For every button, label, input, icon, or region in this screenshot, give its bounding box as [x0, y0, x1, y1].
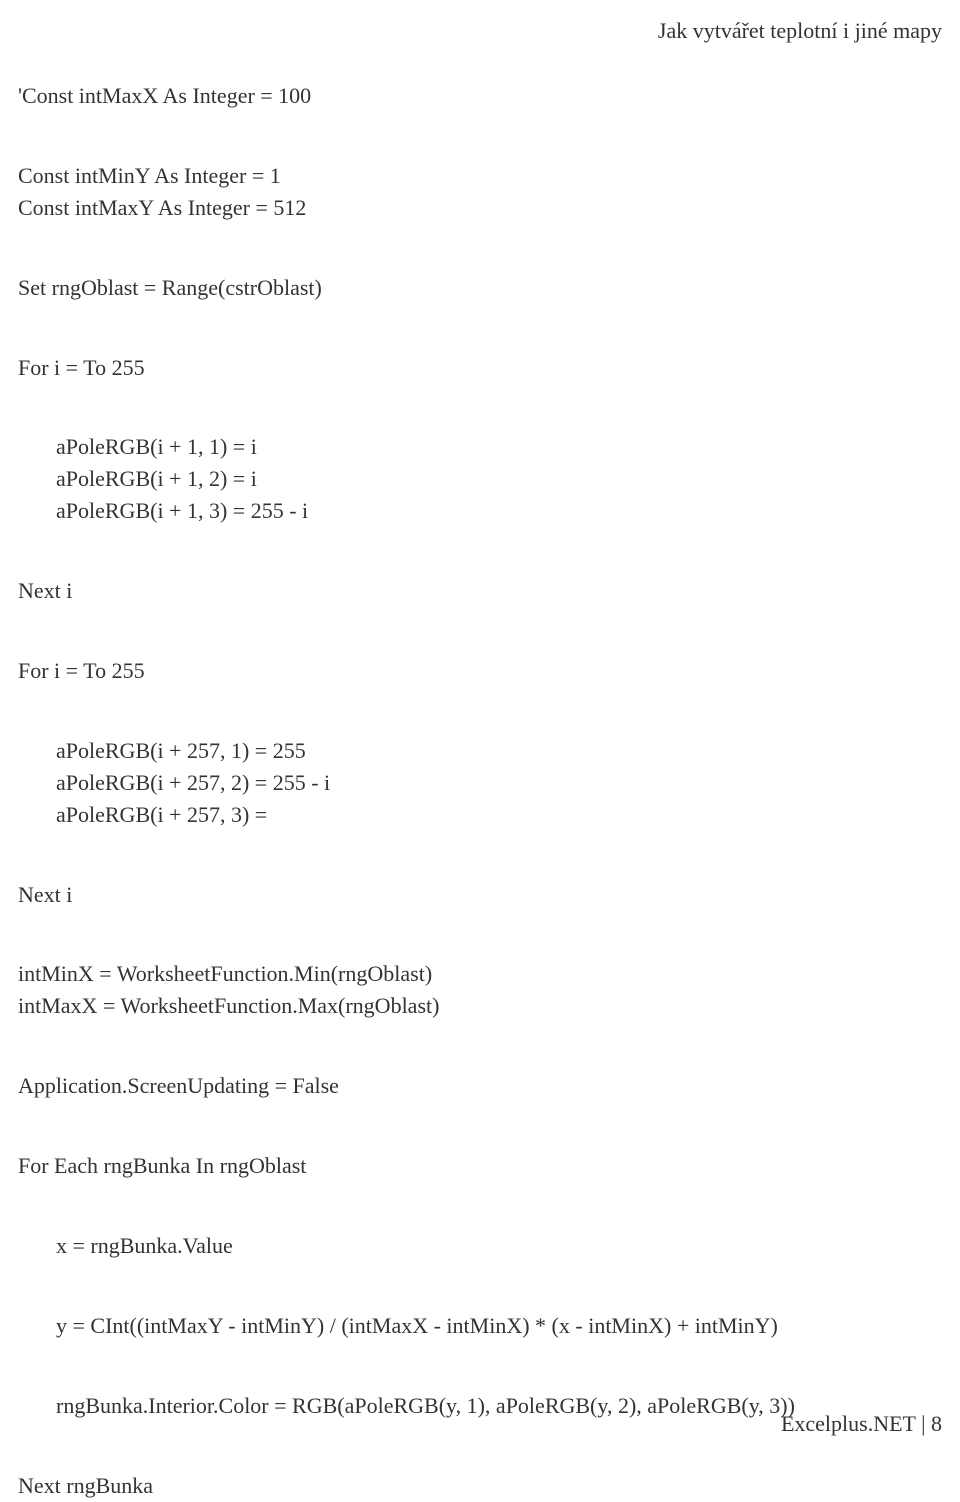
code-line: x = rngBunka.Value: [18, 1230, 942, 1262]
code-line: Set rngOblast = Range(cstrOblast): [18, 272, 942, 304]
code-line: intMaxX = WorksheetFunction.Max(rngOblas…: [18, 990, 942, 1022]
code-line: y = CInt((intMaxY - intMinY) / (intMaxX …: [18, 1310, 942, 1342]
code-line: intMinX = WorksheetFunction.Min(rngOblas…: [18, 958, 942, 990]
code-line: Application.ScreenUpdating = False: [18, 1070, 942, 1102]
code-line: aPoleRGB(i + 257, 1) = 255: [18, 735, 942, 767]
code-line: For Each rngBunka In rngOblast: [18, 1150, 942, 1182]
code-line: aPoleRGB(i + 257, 3) =: [18, 799, 942, 831]
code-line: Next i: [18, 879, 942, 911]
code-line: Next rngBunka: [18, 1470, 942, 1502]
code-line: For i = To 255: [18, 655, 942, 687]
code-block: 'Const intMaxX As Integer = 100 Const in…: [18, 80, 942, 1502]
code-line: Const intMinY As Integer = 1: [18, 160, 942, 192]
code-line: aPoleRGB(i + 1, 3) = 255 - i: [18, 495, 942, 527]
code-line: Const intMaxY As Integer = 512: [18, 192, 942, 224]
footer-text: Excelplus.NET | 8: [781, 1411, 942, 1436]
code-line: Next i: [18, 575, 942, 607]
code-line: 'Const intMaxX As Integer = 100: [18, 80, 942, 112]
page-header: Jak vytvářet teplotní i jiné mapy: [658, 18, 942, 44]
code-line: aPoleRGB(i + 257, 2) = 255 - i: [18, 767, 942, 799]
code-line: aPoleRGB(i + 1, 2) = i: [18, 463, 942, 495]
header-title: Jak vytvářet teplotní i jiné mapy: [658, 18, 942, 43]
page-footer: Excelplus.NET | 8: [781, 1411, 942, 1437]
code-line: aPoleRGB(i + 1, 1) = i: [18, 431, 942, 463]
code-line: For i = To 255: [18, 352, 942, 384]
